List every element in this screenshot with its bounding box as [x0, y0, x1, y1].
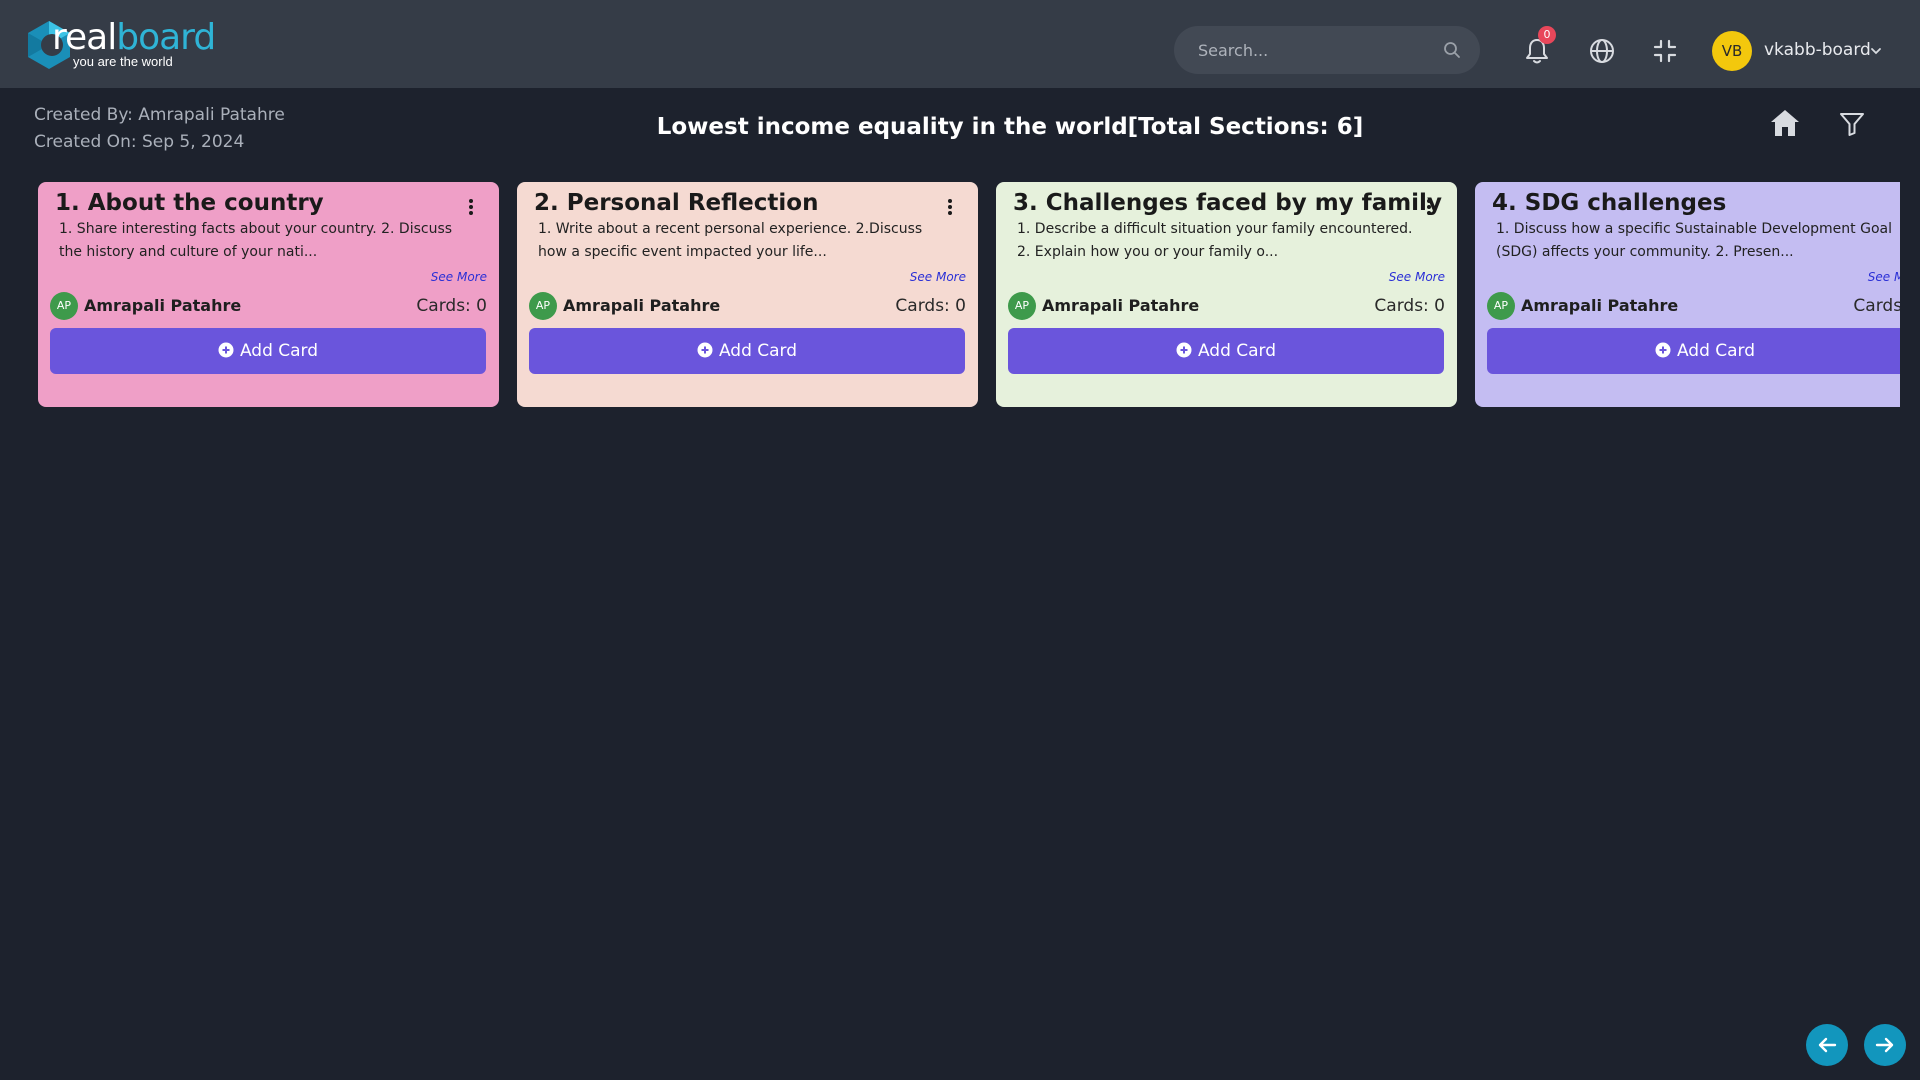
add-card-label: Add Card [718, 341, 798, 361]
chevron-down-icon[interactable] [1870, 45, 1882, 57]
add-card-label: Add Card [239, 341, 319, 361]
plus-circle-icon [1655, 342, 1671, 358]
section-card: 2. Personal Reflection 1. Write about a … [517, 182, 978, 407]
see-more-link[interactable]: See More [1389, 270, 1445, 284]
author-avatar: AP [529, 292, 557, 320]
compress-icon[interactable] [1650, 36, 1680, 66]
section-author: Amrapali Patahre [563, 296, 721, 315]
add-card-button[interactable]: Add Card [1008, 328, 1444, 374]
section-description: 1. Discuss how a specific Sustainable De… [1496, 221, 1892, 260]
arrow-left-icon [1818, 1037, 1837, 1053]
section-author: Amrapali Patahre [84, 296, 242, 315]
author-avatar: AP [50, 292, 78, 320]
globe-icon[interactable] [1587, 36, 1617, 66]
search-icon[interactable] [1442, 40, 1462, 60]
board-created-by: Created By: Amrapali Patahre [34, 105, 285, 125]
more-vertical-icon[interactable] [1421, 197, 1437, 217]
board-created-on: Created On: Sep 5, 2024 [34, 132, 245, 152]
add-card-button[interactable]: Add Card [50, 328, 486, 374]
section-card-count: Cards: 0 [1853, 296, 1900, 316]
plus-circle-icon [1176, 342, 1192, 358]
section-title: 4. SDG challenges [1492, 190, 1727, 216]
add-card-label: Add Card [1197, 341, 1277, 361]
add-card-button[interactable]: Add Card [529, 328, 965, 374]
logo-tagline: you are the world [73, 54, 173, 69]
filter-icon[interactable] [1838, 110, 1866, 138]
section-card: 1. About the country 1. Share interestin… [38, 182, 499, 407]
section-description: 1. Share interesting facts about your co… [59, 221, 453, 260]
scroll-right-button[interactable] [1864, 1024, 1906, 1066]
app-logo[interactable]: realboard you are the world [22, 16, 216, 74]
more-vertical-icon[interactable] [942, 197, 958, 217]
see-more-link[interactable]: See More [910, 270, 966, 284]
home-icon[interactable] [1768, 106, 1802, 140]
section-card: 4. SDG challenges 1. Discuss how a speci… [1475, 182, 1900, 407]
add-card-label: Add Card [1676, 341, 1756, 361]
author-avatar: AP [1487, 292, 1515, 320]
search-input[interactable] [1198, 26, 1438, 74]
section-author: Amrapali Patahre [1042, 296, 1200, 315]
search-box[interactable] [1174, 26, 1480, 74]
plus-circle-icon [218, 342, 234, 358]
section-card-count: Cards: 0 [895, 296, 966, 316]
logo-wordmark: realboard [52, 17, 216, 58]
plus-circle-icon [697, 342, 713, 358]
logo-word-board: board [116, 17, 216, 58]
author-avatar: AP [1008, 292, 1036, 320]
scroll-left-button[interactable] [1806, 1024, 1848, 1066]
see-more-link[interactable]: See More [431, 270, 487, 284]
arrow-right-icon [1875, 1037, 1894, 1053]
top-navbar: realboard you are the world 0 VB vkabb-b… [0, 0, 1920, 88]
sections-row: 1. About the country 1. Share interestin… [38, 182, 1900, 408]
add-card-button[interactable]: Add Card [1487, 328, 1900, 374]
section-author: Amrapali Patahre [1521, 296, 1679, 315]
user-menu-name[interactable]: vkabb-board [1764, 40, 1871, 60]
section-card-count: Cards: 0 [1374, 296, 1445, 316]
user-avatar[interactable]: VB [1712, 31, 1752, 71]
section-title: 1. About the country [55, 190, 324, 216]
notification-badge: 0 [1538, 26, 1556, 44]
board-title: Lowest income equality in the world[Tota… [656, 114, 1364, 140]
section-description: 1. Write about a recent personal experie… [538, 221, 923, 260]
more-vertical-icon[interactable] [463, 197, 479, 217]
section-card-count: Cards: 0 [416, 296, 487, 316]
logo-word-real: real [52, 17, 117, 58]
section-title: 2. Personal Reflection [534, 190, 819, 216]
section-title: 3. Challenges faced by my family [1013, 190, 1442, 216]
see-more-link[interactable]: See More [1868, 270, 1900, 284]
section-description: 1. Describe a difficult situation your f… [1017, 221, 1413, 260]
section-card: 3. Challenges faced by my family 1. Desc… [996, 182, 1457, 407]
